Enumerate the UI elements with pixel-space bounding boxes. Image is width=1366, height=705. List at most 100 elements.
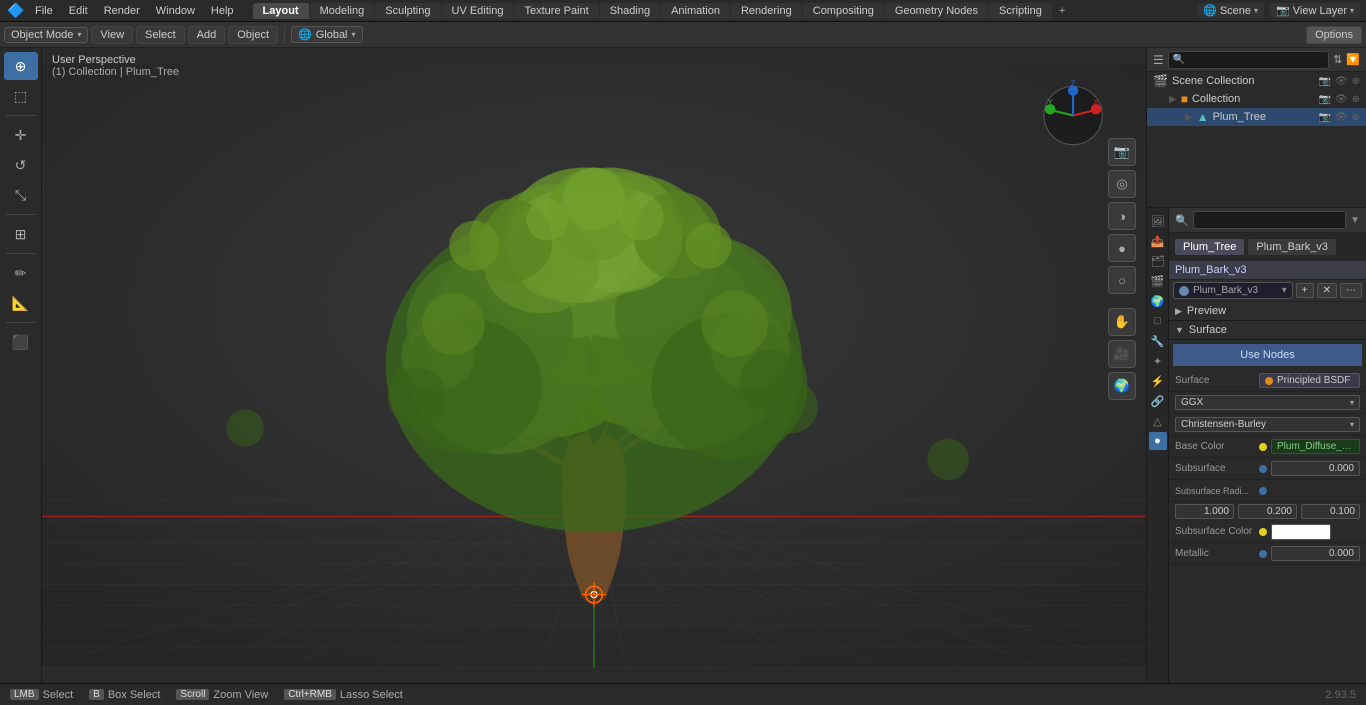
options-button[interactable]: Options (1306, 26, 1362, 44)
select-box-icon[interactable]: ⬚ (4, 82, 38, 110)
outliner-sort-icon[interactable]: ⇅ (1333, 53, 1342, 66)
use-nodes-button[interactable]: Use Nodes (1173, 344, 1362, 366)
collection-camera-icon[interactable]: 📷 (1318, 94, 1330, 105)
plum-bark-slot[interactable]: Plum_Bark_v3 (1248, 239, 1336, 255)
view-layer-selector[interactable]: 📷 View Layer ▾ (1270, 3, 1360, 18)
subsurface-b-value[interactable]: 0.100 (1301, 504, 1360, 519)
material-search-input[interactable] (1193, 211, 1346, 229)
tab-scripting[interactable]: Scripting (989, 3, 1052, 19)
tree-camera-icon[interactable]: 📷 (1318, 112, 1330, 123)
outliner-scene-collection[interactable]: 🎬 Scene Collection 📷 👁 ⊕ (1147, 72, 1366, 90)
render-props-icon[interactable]: 🖼 (1149, 212, 1167, 230)
rotate-tool-icon[interactable]: ↺ (4, 151, 38, 179)
subsurface-dot-icon[interactable] (1259, 465, 1267, 473)
menu-window[interactable]: Window (149, 3, 202, 19)
solid-mode-icon[interactable]: ● (1108, 234, 1136, 262)
move-tool-icon[interactable]: ✛ (4, 121, 38, 149)
physics-props-icon[interactable]: ⚡ (1149, 372, 1167, 390)
world-props-icon[interactable]: 🌍 (1149, 292, 1167, 310)
base-color-dot-icon[interactable] (1259, 443, 1267, 451)
outliner-filter-icon[interactable]: ☰ (1153, 53, 1164, 67)
menu-render[interactable]: Render (97, 3, 147, 19)
tab-sculpting[interactable]: Sculpting (375, 3, 440, 19)
add-workspace-button[interactable]: + (1053, 3, 1071, 19)
tree-select-icon[interactable]: ⊕ (1352, 112, 1360, 123)
modifier-props-icon[interactable]: 🔧 (1149, 332, 1167, 350)
subsurface-value[interactable]: 0.000 (1271, 461, 1360, 476)
add-cube-icon[interactable]: ⬛ (4, 328, 38, 356)
subsurface-r-value[interactable]: 1.000 (1175, 504, 1234, 519)
transform-selector[interactable]: 🌐 Global ▾ (291, 26, 363, 43)
collection-select-icon[interactable]: ⊕ (1352, 94, 1360, 105)
particles-props-icon[interactable]: ✦ (1149, 352, 1167, 370)
camera-icon[interactable]: 📷 (1108, 138, 1136, 166)
mode-selector[interactable]: Object Mode ▾ (4, 27, 88, 43)
material-name-dropdown[interactable]: Plum_Bark_v3 ▾ (1173, 282, 1293, 299)
preview-section-header[interactable]: ▶ Preview (1169, 302, 1366, 321)
tab-shading[interactable]: Shading (600, 3, 660, 19)
measure-icon[interactable]: 📐 (4, 289, 38, 317)
metallic-dot-icon[interactable] (1259, 550, 1267, 558)
viewport-canvas[interactable]: X Y Z (42, 48, 1146, 683)
collection-eye-icon[interactable]: 👁 (1335, 94, 1348, 105)
copy-material-button[interactable]: + (1296, 283, 1314, 298)
outliner-plum-tree[interactable]: ▶ ▲ Plum_Tree 📷 👁 ⊕ (1147, 108, 1366, 126)
filter-icon[interactable]: ▼ (1350, 215, 1360, 226)
base-color-file[interactable]: Plum_Diffuse_v3.png (1271, 439, 1360, 454)
subsurface-method-dropdown[interactable]: Christensen-Burley ▾ (1175, 417, 1360, 432)
outliner-search-input[interactable] (1168, 51, 1329, 69)
view-button[interactable]: View (91, 26, 133, 44)
scene-props-icon[interactable]: 🎬 (1149, 272, 1167, 290)
camera-view-icon[interactable]: 🎥 (1108, 340, 1136, 368)
viewport[interactable]: User Perspective (1) Collection | Plum_T… (42, 48, 1146, 683)
hand-icon[interactable]: ✋ (1108, 308, 1136, 336)
object-button[interactable]: Object (228, 26, 278, 44)
metallic-value[interactable]: 0.000 (1271, 546, 1360, 561)
select-button[interactable]: Select (136, 26, 185, 44)
subsurface-g-value[interactable]: 0.200 (1238, 504, 1297, 519)
tab-animation[interactable]: Animation (661, 3, 730, 19)
object-props-icon[interactable]: □ (1149, 312, 1167, 330)
outliner-filter-icon-2[interactable]: 🔽 (1346, 53, 1360, 66)
cursor-tool-icon[interactable]: ⊕ (4, 52, 38, 80)
new-material-button[interactable]: ✕ (1317, 283, 1337, 298)
wireframe-mode-icon[interactable]: ○ (1108, 266, 1136, 294)
view-layer-props-icon[interactable]: 🗂 (1149, 252, 1167, 270)
expand-arrow-icon[interactable]: ▶ (1169, 94, 1177, 105)
tab-texture-paint[interactable]: Texture Paint (514, 3, 598, 19)
scene-selector[interactable]: 🌐 Scene ▾ (1197, 3, 1264, 18)
subsurface-color-dot-icon[interactable] (1259, 528, 1267, 536)
blender-logo-icon[interactable]: 🔷 (6, 1, 26, 21)
distribution-dropdown[interactable]: GGX ▾ (1175, 395, 1360, 410)
material-props-icon[interactable]: ● (1149, 432, 1167, 450)
tab-compositing[interactable]: Compositing (803, 3, 884, 19)
menu-help[interactable]: Help (204, 3, 241, 19)
menu-file[interactable]: File (28, 3, 60, 19)
object-data-props-icon[interactable]: △ (1149, 412, 1167, 430)
subsurface-radius-dot-icon[interactable] (1259, 487, 1267, 495)
constraints-props-icon[interactable]: 🔗 (1149, 392, 1167, 410)
transform-tool-icon[interactable]: ⊞ (4, 220, 38, 248)
extra-material-button[interactable]: ⋯ (1340, 283, 1362, 298)
scale-tool-icon[interactable]: ⤡ (4, 181, 38, 209)
annotate-icon[interactable]: ✏ (4, 259, 38, 287)
tab-geometry-nodes[interactable]: Geometry Nodes (885, 3, 988, 19)
output-props-icon[interactable]: 📤 (1149, 232, 1167, 250)
eye-icon[interactable]: 👁 (1335, 76, 1348, 87)
plum-tree-slot[interactable]: Plum_Tree (1175, 239, 1244, 255)
add-button[interactable]: Add (188, 26, 226, 44)
outliner-collection[interactable]: ▶ ■ Collection 📷 👁 ⊕ (1147, 90, 1366, 108)
subsurface-color-swatch[interactable] (1271, 524, 1331, 540)
expand-arrow-icon-2[interactable]: ▶ (1185, 112, 1193, 123)
menu-edit[interactable]: Edit (62, 3, 95, 19)
tab-rendering[interactable]: Rendering (731, 3, 802, 19)
render-mode-icon[interactable]: ◎ (1108, 170, 1136, 198)
camera-vis-icon[interactable]: 📷 (1318, 76, 1330, 87)
tree-eye-icon[interactable]: 👁 (1335, 112, 1348, 123)
material-search-icon[interactable]: 🔍 (1175, 214, 1189, 227)
material-preview-icon[interactable]: ◑ (1108, 202, 1136, 230)
tab-modeling[interactable]: Modeling (310, 3, 375, 19)
surface-shader-dropdown[interactable]: Principled BSDF (1259, 373, 1360, 388)
tab-uv-editing[interactable]: UV Editing (442, 3, 514, 19)
world-icon[interactable]: 🌍 (1108, 372, 1136, 400)
